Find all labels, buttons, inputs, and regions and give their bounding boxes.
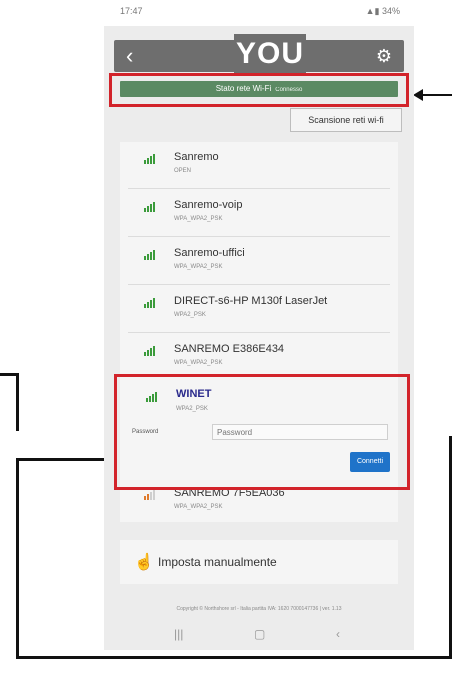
annotation-loop-bottom <box>16 656 452 659</box>
network-security: WPA_WPA2_PSK <box>174 216 223 222</box>
wifi-signal-icon <box>144 202 156 212</box>
home-icon[interactable]: ▢ <box>254 627 265 641</box>
recents-icon[interactable]: ||| <box>174 627 183 641</box>
divider <box>128 188 390 189</box>
android-nav-bar: ||| ▢ ‹ <box>104 622 414 648</box>
list-item[interactable]: Sanremo-voip WPA_WPA2_PSK <box>120 190 398 234</box>
hand-pointer-icon: ☝ <box>134 554 154 571</box>
network-name: SANREMO E386E434 <box>174 343 285 355</box>
network-name: Sanremo-voip <box>174 199 243 211</box>
list-item[interactable]: Sanremo OPEN <box>120 142 398 186</box>
network-security: WPA_WPA2_PSK <box>174 360 223 366</box>
network-security: OPEN <box>174 168 192 174</box>
annotation-loop-top <box>16 458 118 461</box>
network-security: WPA2_PSK <box>174 312 206 318</box>
battery-level: 34% <box>381 6 400 16</box>
network-name: DIRECT-s6-HP M130f LaserJet <box>174 295 328 307</box>
back-nav-icon[interactable]: ‹ <box>336 627 340 641</box>
divider <box>128 284 390 285</box>
phone-screen: 17:47 ▲▮ 34% ‹ YOU ⚙ Stato rete Wi-Fi Con… <box>104 0 414 650</box>
divider <box>128 332 390 333</box>
gear-icon[interactable]: ⚙ <box>376 46 392 67</box>
network-name: Sanremo-uffici <box>174 247 245 259</box>
divider <box>128 236 390 237</box>
app-bar: ‹ YOU ⚙ <box>114 34 404 74</box>
status-right: ▲▮ 34% <box>366 6 400 17</box>
wifi-signal-icon <box>144 154 156 164</box>
network-security: WPA_WPA2_PSK <box>174 264 223 270</box>
annotation-arrow-head <box>413 89 423 101</box>
manual-setup-button[interactable]: ☝ Imposta manualmente <box>120 540 398 584</box>
list-item[interactable]: SANREMO E386E434 WPA_WPA2_PSK <box>120 334 398 378</box>
manual-setup-label: Imposta manualmente <box>158 555 277 569</box>
list-item[interactable]: Sanremo-uffici WPA_WPA2_PSK <box>120 238 398 282</box>
wifi-signal-icon <box>144 250 156 260</box>
wifi-signal-icon <box>144 298 156 308</box>
annotation-bracket-vertical <box>16 373 19 431</box>
annotation-arrow-line <box>420 94 452 96</box>
highlight-wifi-status <box>109 73 409 107</box>
scan-networks-button[interactable]: Scansione reti wi-fi <box>290 108 402 132</box>
status-bar: 17:47 ▲▮ 34% <box>104 0 414 26</box>
wifi-signal-icon <box>144 490 156 500</box>
status-time: 17:47 <box>120 6 143 16</box>
back-icon[interactable]: ‹ <box>126 43 133 69</box>
highlight-selected-network <box>114 374 410 490</box>
network-name: Sanremo <box>174 151 219 163</box>
network-security: WPA_WPA2_PSK <box>174 504 223 510</box>
app-logo: YOU <box>234 34 306 74</box>
copyright-footer: Copyright © Northshore srl - Italia part… <box>176 606 342 612</box>
annotation-loop-left <box>16 458 19 658</box>
signal-status-icon: ▲▮ <box>365 6 382 16</box>
list-item[interactable]: DIRECT-s6-HP M130f LaserJet WPA2_PSK <box>120 286 398 330</box>
wifi-signal-icon <box>144 346 156 356</box>
